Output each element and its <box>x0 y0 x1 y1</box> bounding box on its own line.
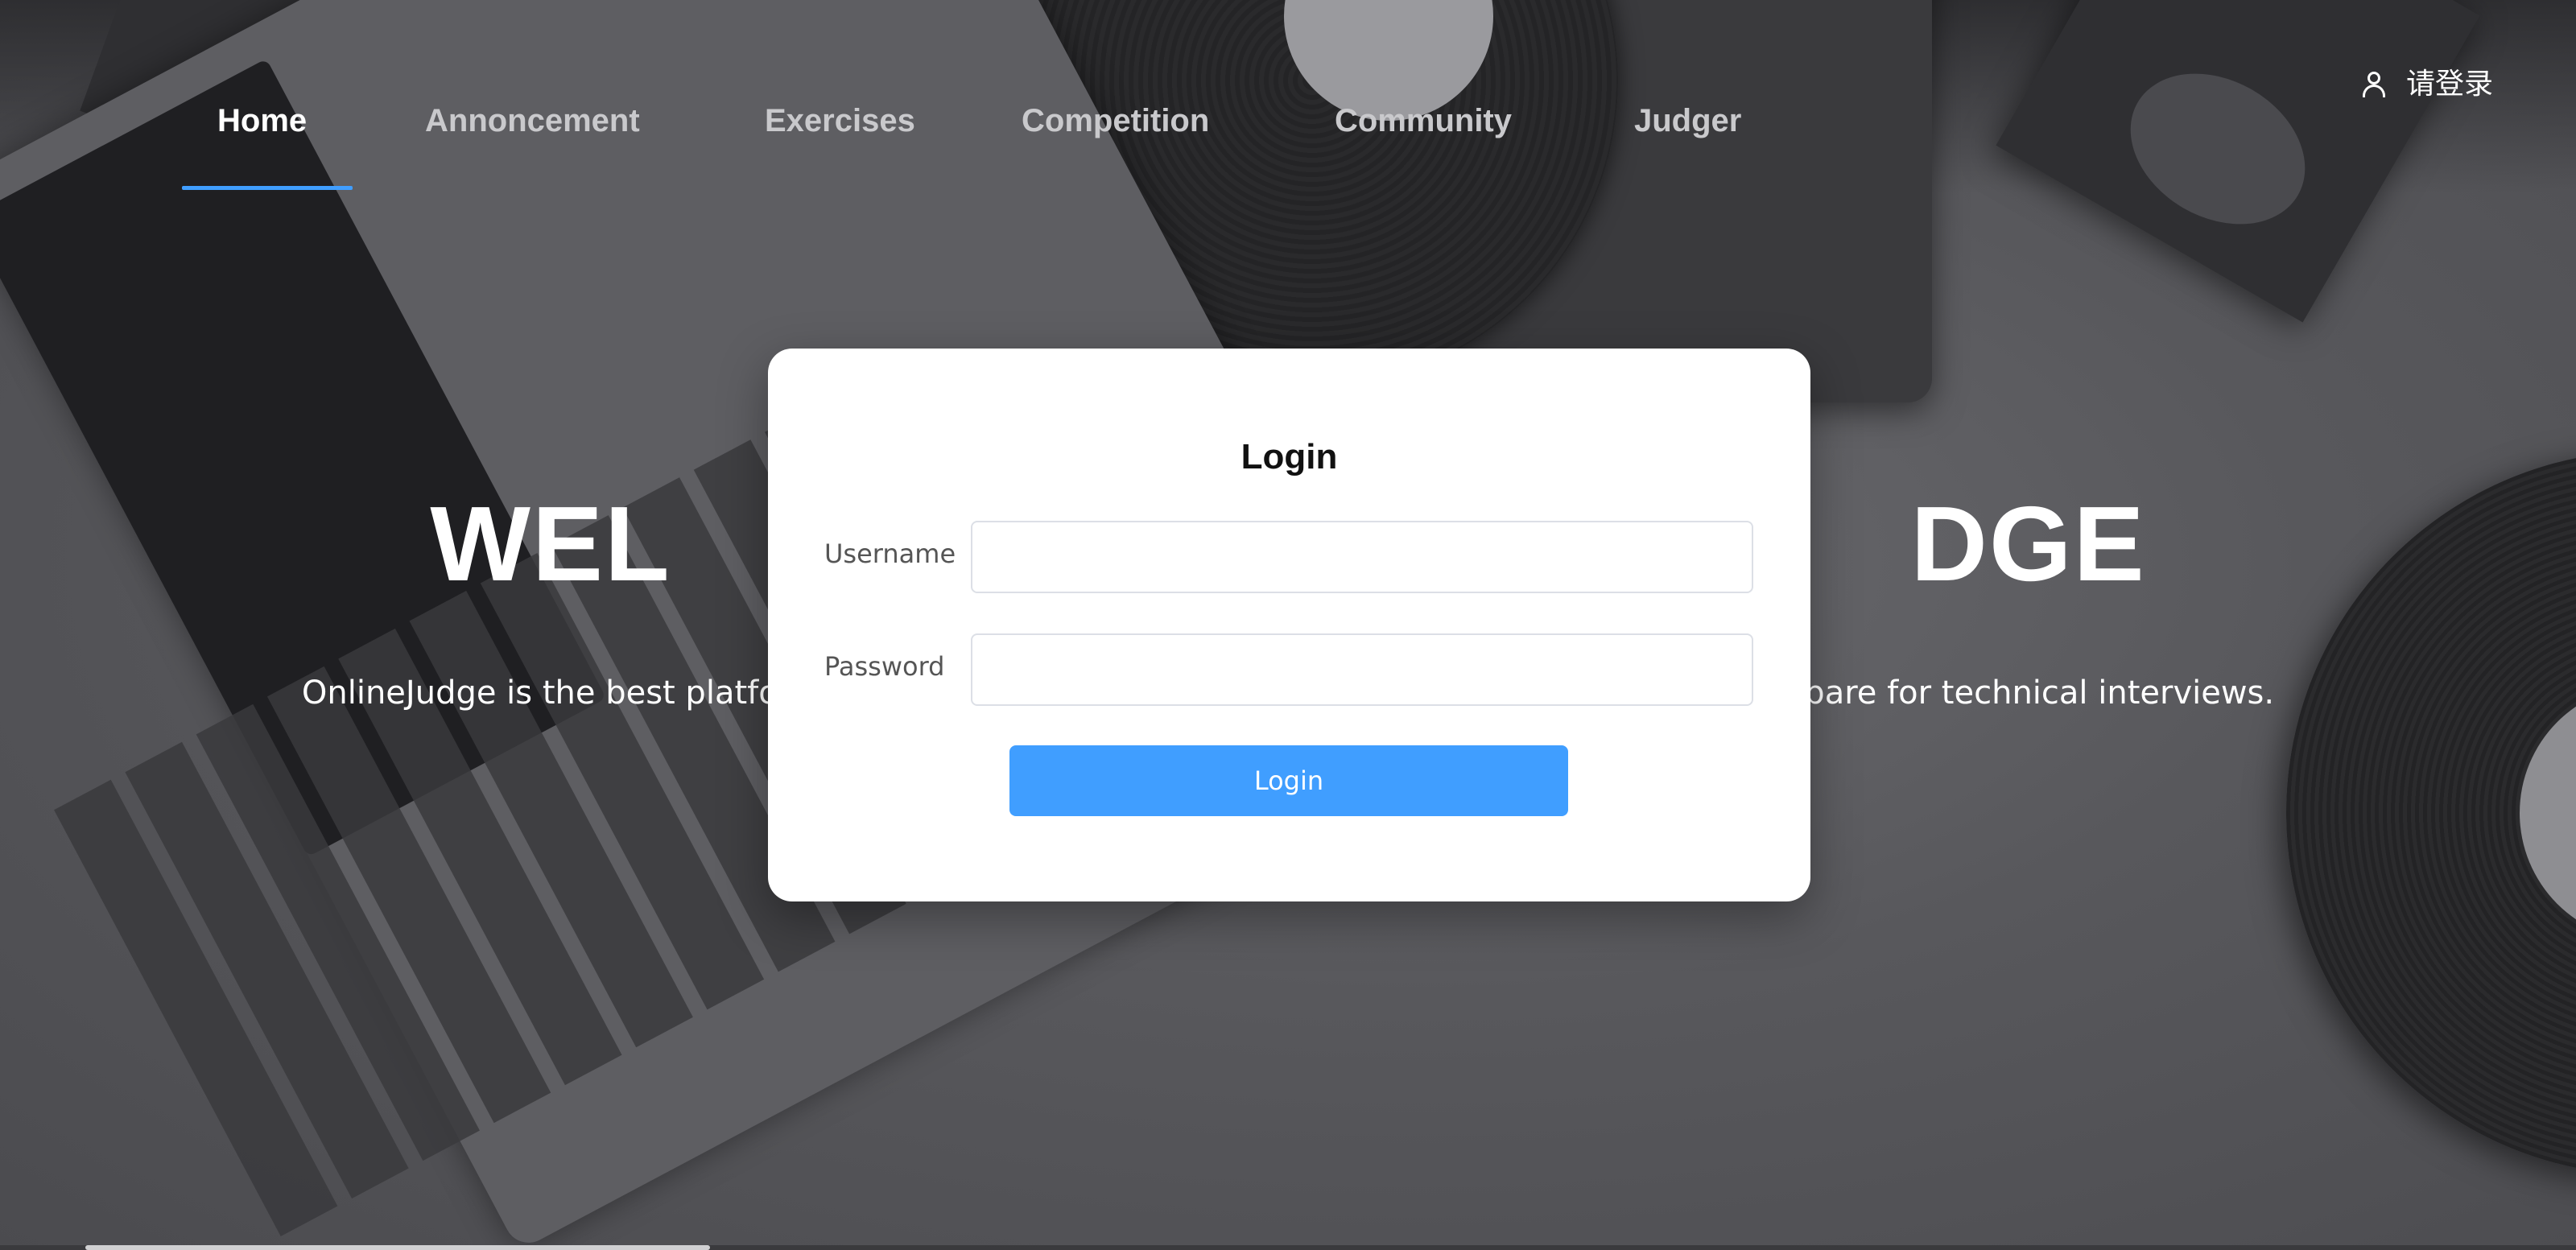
horizontal-scrollbar-thumb[interactable] <box>85 1245 710 1250</box>
login-link-label: 请登录 <box>2406 68 2494 101</box>
nav-item-community[interactable]: Community <box>1335 97 1512 145</box>
user-icon <box>2363 72 2385 97</box>
top-navigation: Home Annoncement Exercises Competition C… <box>0 0 2576 193</box>
active-nav-indicator <box>182 186 353 190</box>
username-label: Username <box>824 538 956 569</box>
hero-title-left: WEL <box>430 485 671 603</box>
password-input[interactable] <box>971 633 1753 706</box>
nav-item-competition[interactable]: Competition <box>1022 97 1209 145</box>
hero-subtitle-left: OnlineJudge is the best platfo <box>301 675 778 712</box>
hero-subtitle-right: epare for technical interviews. <box>1784 675 2275 712</box>
login-dialog: Login Username Password Login <box>768 349 1810 901</box>
password-label: Password <box>824 651 945 682</box>
nav-item-exercises[interactable]: Exercises <box>765 97 915 145</box>
login-dialog-title: Login <box>1241 437 1338 476</box>
nav-item-announcement[interactable]: Annoncement <box>425 97 640 145</box>
hero-title-right: DGE <box>1910 485 2146 603</box>
login-link[interactable]: 请登录 <box>2363 64 2493 105</box>
nav-item-home[interactable]: Home <box>217 97 307 145</box>
login-submit-button[interactable]: Login <box>1009 745 1568 816</box>
username-input[interactable] <box>971 521 1753 593</box>
nav-item-judger[interactable]: Judger <box>1634 97 1741 145</box>
